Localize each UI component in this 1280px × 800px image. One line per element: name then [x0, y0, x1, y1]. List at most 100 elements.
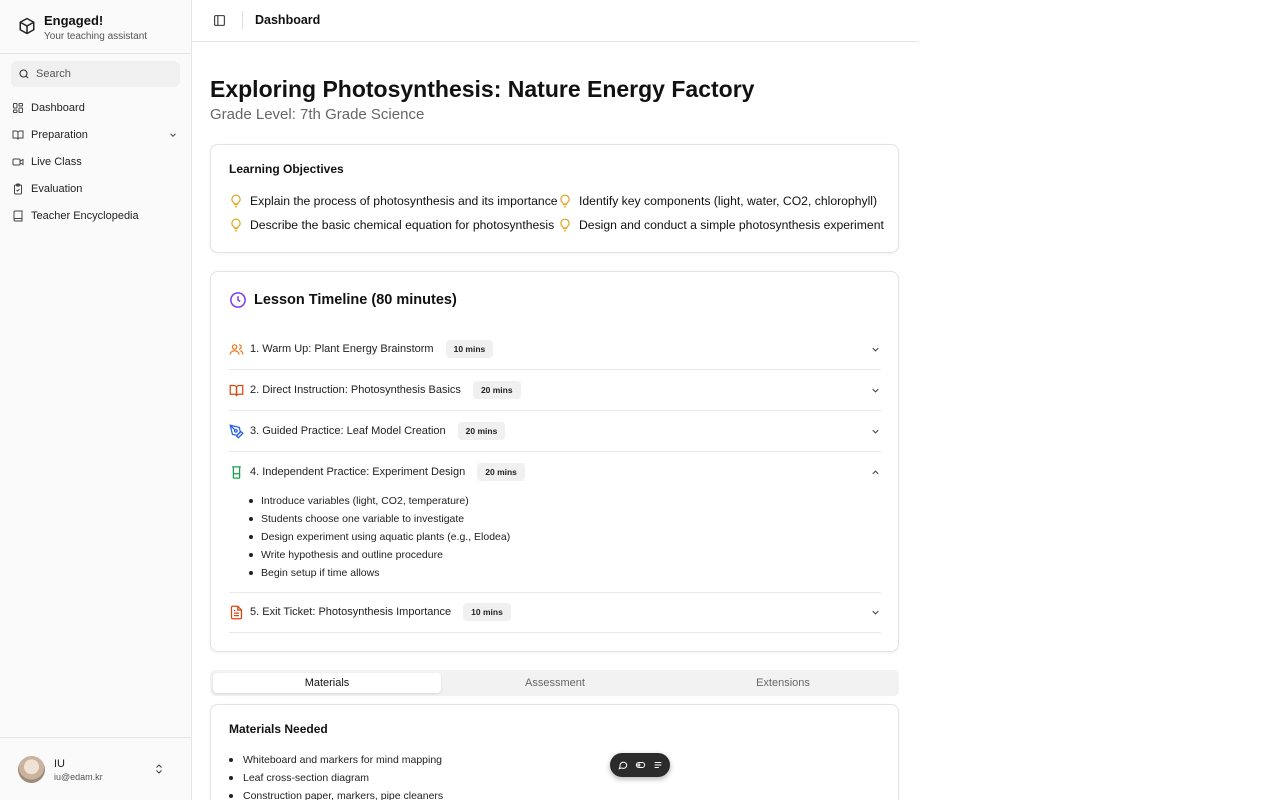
dashboard-icon — [13, 102, 23, 113]
sidebar-item-label: Evaluation — [31, 182, 83, 195]
objective-item: Describe the basic chemical equation for… — [229, 218, 554, 232]
chevron-up-icon[interactable] — [870, 467, 881, 478]
toggle-icon[interactable] — [635, 760, 646, 770]
page-breadcrumb: Dashboard — [255, 13, 321, 27]
list-item: Construction paper, markers, pipe cleane… — [229, 787, 443, 800]
list-item: Write hypothesis and outline procedure — [249, 546, 510, 564]
app-tagline: Your teaching assistant — [44, 31, 148, 42]
objective-item: Design and conduct a simple photosynthes… — [558, 218, 884, 232]
file-text-icon — [230, 605, 243, 619]
sidebar-item-label: Teacher Encyclopedia — [31, 209, 139, 222]
timeline-item-independent-practice[interactable]: 4. Independent Practice: Experiment Desi… — [229, 463, 881, 481]
lesson-title: Exploring Photosynthesis: Nature Energy … — [210, 76, 755, 102]
search-box[interactable] — [11, 61, 180, 87]
chevrons-up-down-icon[interactable] — [153, 763, 165, 775]
divider — [229, 369, 881, 370]
timeline-item-exit-ticket[interactable]: 5. Exit Ticket: Photosynthesis Importanc… — [229, 603, 881, 621]
sidebar-item-preparation[interactable]: Preparation — [11, 121, 183, 148]
lightbulb-icon — [560, 194, 570, 208]
chevron-down-icon[interactable] — [870, 385, 881, 396]
video-icon — [12, 158, 24, 165]
tab-assessment[interactable]: Assessment — [441, 673, 669, 693]
clipboard-check-icon — [14, 183, 22, 194]
materials-card: Materials Needed Whiteboard and markers … — [210, 704, 899, 800]
divider — [229, 632, 881, 633]
list-item: Students choose one variable to investig… — [249, 510, 510, 528]
book-icon — [13, 210, 23, 221]
list-item: Begin setup if time allows — [249, 564, 510, 582]
learning-objectives-card: Learning Objectives Explain the process … — [210, 144, 899, 253]
objective-text: Describe the basic chemical equation for… — [250, 218, 555, 232]
timeline-item-direct-instruction[interactable]: 2. Direct Instruction: Photosynthesis Ba… — [229, 381, 881, 399]
sidebar-item-live-class[interactable]: Live Class — [11, 148, 183, 175]
search-icon — [19, 69, 29, 79]
sidebar-nav: Dashboard Preparation Live Class Evaluat… — [11, 94, 183, 229]
duration-badge: 20 mins — [457, 422, 506, 440]
timeline-item-label: 4. Independent Practice: Experiment Desi… — [250, 466, 466, 478]
sidebar-item-label: Dashboard — [31, 101, 85, 114]
activity-details-list: Introduce variables (light, CO2, tempera… — [249, 492, 510, 582]
chevron-down-icon[interactable] — [870, 607, 881, 618]
objective-text: Design and conduct a simple photosynthes… — [579, 218, 884, 232]
users-icon — [229, 343, 244, 355]
timeline-header: Lesson Timeline (80 minutes) — [229, 291, 457, 309]
list-item: Introduce variables (light, CO2, tempera… — [249, 492, 510, 510]
timeline-item-label: 5. Exit Ticket: Photosynthesis Importanc… — [250, 606, 452, 618]
avatar — [18, 756, 45, 783]
list-item: Design experiment using aquatic plants (… — [249, 528, 510, 546]
duration-badge: 20 mins — [472, 381, 521, 399]
brand[interactable]: Engaged! Your teaching assistant — [18, 13, 147, 44]
app-name: Engaged! — [44, 13, 104, 28]
sidebar-item-label: Preparation — [31, 128, 88, 141]
user-menu[interactable]: IU iu@edam.kr — [0, 737, 191, 800]
lightbulb-icon — [231, 194, 241, 208]
tab-materials[interactable]: Materials — [213, 673, 441, 693]
timeline-title: Lesson Timeline (80 minutes) — [254, 292, 457, 308]
sidebar-item-teacher-encyclopedia[interactable]: Teacher Encyclopedia — [11, 202, 183, 229]
objective-text: Explain the process of photosynthesis an… — [250, 194, 558, 208]
sidebar: Engaged! Your teaching assistant Dashboa… — [0, 0, 192, 800]
lightbulb-icon — [231, 218, 241, 232]
timeline-item-label: 1. Warm Up: Plant Energy Brainstorm — [250, 343, 434, 355]
list-item: Whiteboard and markers for mind mapping — [229, 751, 443, 769]
objective-text: Identify key components (light, water, C… — [579, 194, 878, 208]
pen-tool-icon — [229, 423, 244, 439]
search-input[interactable] — [36, 68, 166, 80]
divider — [229, 592, 881, 593]
top-header: Dashboard — [192, 0, 918, 42]
header-divider — [242, 11, 243, 30]
clock-icon — [230, 292, 246, 308]
objective-item: Explain the process of photosynthesis an… — [229, 194, 558, 208]
lightbulb-icon — [560, 218, 570, 232]
duration-badge: 20 mins — [477, 463, 525, 481]
sidebar-item-dashboard[interactable]: Dashboard — [11, 94, 183, 121]
card-title: Learning Objectives — [229, 162, 344, 176]
chat-icon[interactable] — [617, 760, 628, 770]
sidebar-item-evaluation[interactable]: Evaluation — [11, 175, 183, 202]
chevron-down-icon[interactable] — [870, 344, 881, 355]
timeline-item-warm-up[interactable]: 1. Warm Up: Plant Energy Brainstorm 10 m… — [229, 340, 881, 358]
user-email: iu@edam.kr — [54, 772, 103, 782]
duration-badge: 10 mins — [463, 603, 511, 621]
materials-list: Whiteboard and markers for mind mapping … — [229, 751, 443, 800]
duration-badge: 10 mins — [445, 340, 494, 358]
book-open-icon — [229, 384, 244, 396]
lesson-timeline-card: Lesson Timeline (80 minutes) 1. Warm Up:… — [210, 271, 899, 652]
resource-tabs: Materials Assessment Extensions — [210, 670, 899, 696]
beaker-icon — [232, 465, 241, 479]
grade-level: Grade Level: 7th Grade Science — [210, 106, 425, 123]
card-title: Materials Needed — [229, 722, 328, 736]
objective-item: Identify key components (light, water, C… — [558, 194, 877, 208]
list-icon[interactable] — [653, 760, 663, 770]
sidebar-toggle-icon[interactable] — [213, 14, 226, 27]
tab-extensions[interactable]: Extensions — [669, 673, 897, 693]
floating-toolbar — [610, 753, 670, 777]
chevron-down-icon[interactable] — [168, 130, 178, 140]
timeline-item-label: 3. Guided Practice: Leaf Model Creation — [250, 425, 446, 437]
chevron-down-icon[interactable] — [870, 426, 881, 437]
timeline-item-guided-practice[interactable]: 3. Guided Practice: Leaf Model Creation … — [229, 422, 881, 440]
divider — [229, 451, 881, 452]
timeline-item-label: 2. Direct Instruction: Photosynthesis Ba… — [250, 384, 461, 396]
user-name: IU — [54, 758, 65, 770]
cube-logo-icon — [19, 17, 35, 35]
